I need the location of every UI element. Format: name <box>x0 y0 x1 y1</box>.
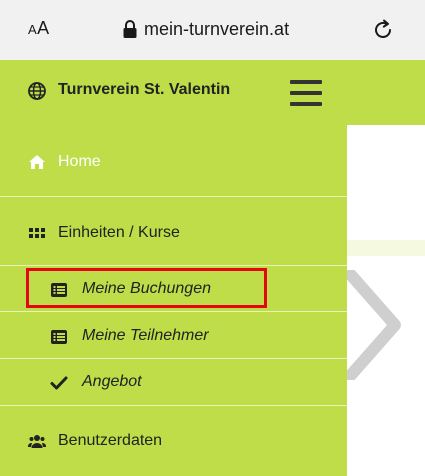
globe-icon <box>28 82 46 100</box>
menu-item-label: Meine Buchungen <box>82 280 211 297</box>
list-icon <box>51 283 67 297</box>
menu-item-label: Meine Teilnehmer <box>82 327 209 344</box>
grid-icon <box>29 228 45 238</box>
menu-item-einheiten-kurse[interactable]: Einheiten / Kurse <box>0 197 347 266</box>
text-size-button[interactable]: AA <box>28 18 50 39</box>
users-icon <box>28 435 46 448</box>
menu-item-home[interactable]: Home <box>0 125 347 197</box>
menu-item-benutzerdaten[interactable]: Benutzerdaten <box>0 406 347 476</box>
home-icon <box>29 155 45 169</box>
list-icon <box>51 330 67 344</box>
reload-icon[interactable] <box>371 16 395 42</box>
chevron-right-icon <box>345 270 401 380</box>
check-icon <box>50 376 68 390</box>
url-text: mein-turnverein.at <box>144 18 290 39</box>
lock-icon <box>123 20 137 38</box>
menu-item-meine-teilnehmer[interactable]: Meine Teilnehmer <box>0 312 347 359</box>
menu-item-meine-buchungen[interactable]: Meine Buchungen <box>0 266 347 312</box>
hamburger-icon[interactable] <box>290 80 322 106</box>
background-strip <box>347 240 425 256</box>
menu-item-label: Home <box>58 153 101 170</box>
browser-address-bar: AA mein-turnverein.at <box>0 0 425 60</box>
menu-item-label: Einheiten / Kurse <box>58 224 180 241</box>
menu-item-label: Angebot <box>82 373 142 390</box>
url-field[interactable]: mein-turnverein.at <box>122 17 289 41</box>
menu-item-label: Benutzerdaten <box>58 432 163 449</box>
menu-item-angebot[interactable]: Angebot <box>0 359 347 406</box>
club-name[interactable]: Turnverein St. Valentin <box>58 81 230 99</box>
